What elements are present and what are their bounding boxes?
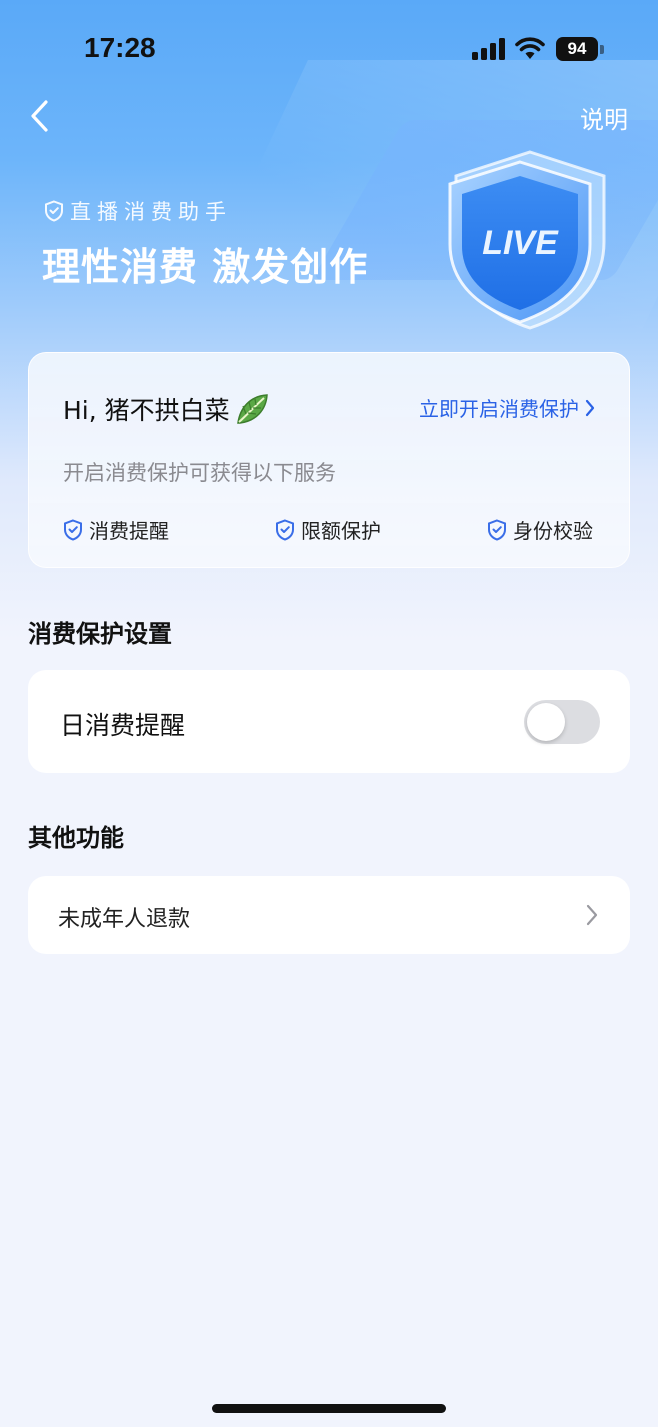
back-button[interactable] xyxy=(24,96,60,136)
service-label: 限额保护 xyxy=(301,519,381,543)
hero-title: 理性消费 激发创作 xyxy=(42,245,369,289)
live-shield-illustration: LIVE xyxy=(448,150,606,330)
battery-tip xyxy=(600,45,604,54)
battery-level: 94 xyxy=(567,39,587,58)
home-indicator[interactable] xyxy=(212,1404,446,1413)
hero-subtitle-text: 直播消费助手 xyxy=(70,200,232,224)
consumption-protection-card: Hi, 猪不拱白菜 立即开启消费保护 开启消费保护可获得以下服务 消费提醒 限额… xyxy=(28,352,630,568)
service-item: 限额保护 xyxy=(275,515,381,544)
hero-subtitle: 直播消费助手 xyxy=(44,196,232,226)
daily-reminder-toggle[interactable] xyxy=(524,700,600,744)
battery-icon: 94 xyxy=(556,37,598,61)
status-time: 17:28 xyxy=(84,32,156,63)
service-list: 消费提醒 限额保护 身份校验 xyxy=(63,515,599,543)
signal-icon xyxy=(472,38,506,60)
status-bar: 17:28 94 xyxy=(0,0,658,96)
shield-check-icon xyxy=(64,518,82,541)
live-text: LIVE xyxy=(482,224,559,262)
minor-refund-label: 未成年人退款 xyxy=(58,907,191,932)
wifi-icon xyxy=(515,37,545,59)
other-section-title: 其他功能 xyxy=(28,824,124,852)
service-item: 身份校验 xyxy=(487,515,593,544)
minor-refund-row[interactable]: 未成年人退款 xyxy=(28,876,630,954)
chevron-right-icon xyxy=(586,904,598,926)
daily-reminder-label: 日消费提醒 xyxy=(60,711,186,740)
service-label: 身份校验 xyxy=(513,519,593,543)
chevron-left-icon xyxy=(31,100,48,132)
daily-reminder-row: 日消费提醒 xyxy=(28,670,630,773)
explain-button[interactable]: 说明 xyxy=(580,100,628,135)
leaf-icon xyxy=(236,394,268,424)
service-label: 消费提醒 xyxy=(89,519,169,543)
shield-check-icon xyxy=(488,518,506,541)
service-item: 消费提醒 xyxy=(63,515,169,544)
settings-section-title: 消费保护设置 xyxy=(28,620,172,648)
greeting: Hi, 猪不拱白菜 xyxy=(63,391,270,427)
open-protection-label: 立即开启消费保护 xyxy=(419,397,579,421)
chevron-right-icon xyxy=(585,399,595,416)
protection-description: 开启消费保护可获得以下服务 xyxy=(63,461,336,485)
open-protection-link[interactable]: 立即开启消费保护 xyxy=(419,393,595,422)
shield-check-icon xyxy=(276,518,294,541)
toggle-knob xyxy=(527,703,565,741)
shield-check-icon xyxy=(45,200,63,222)
greeting-text: Hi, 猪不拱白菜 xyxy=(63,396,230,425)
